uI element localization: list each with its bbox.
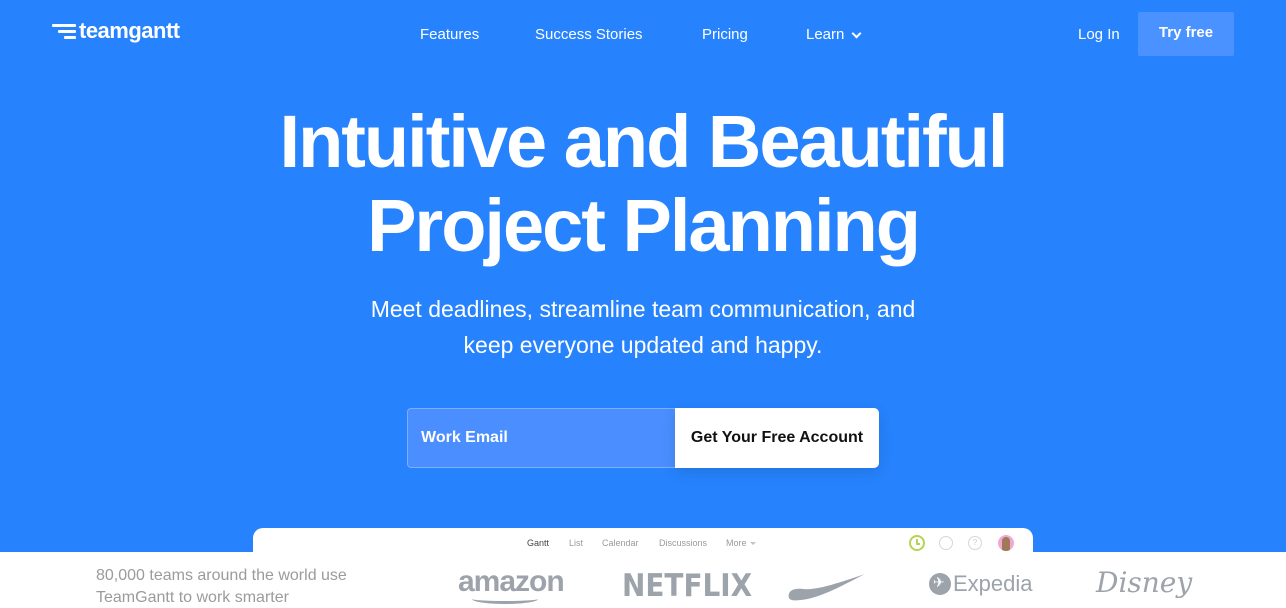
hero-subheadline: Meet deadlines, streamline team communic… [0, 291, 1286, 363]
login-link[interactable]: Log In [1078, 26, 1120, 44]
disney-logo: Disney [1096, 566, 1193, 599]
customer-logos: amazon NETFLIX Expedia Disney [0, 562, 1286, 608]
amazon-smile-icon [472, 594, 538, 604]
nav-pricing[interactable]: Pricing [702, 26, 748, 44]
help-icon[interactable]: ? [968, 536, 982, 550]
headline-line-1: Intuitive and Beautiful [279, 100, 1009, 183]
hero-section: teamgantt Features Success Stories Prici… [0, 0, 1286, 552]
preview-tab-list[interactable]: List [569, 537, 583, 549]
nike-swoosh-icon [788, 574, 865, 601]
page-headline: Intuitive and Beautiful Project Planning [0, 100, 1286, 268]
expedia-globe-icon [929, 573, 951, 595]
get-free-account-button[interactable]: Get Your Free Account [675, 408, 879, 468]
netflix-logo: NETFLIX [622, 568, 753, 604]
search-icon[interactable] [939, 536, 953, 550]
try-free-button[interactable]: Try free [1138, 12, 1234, 56]
nav-learn[interactable]: Learn [806, 26, 862, 44]
work-email-input[interactable] [407, 408, 675, 468]
expedia-logo: Expedia [929, 571, 1033, 597]
subhead-line-2: keep everyone updated and happy. [463, 332, 823, 358]
clock-icon[interactable] [909, 535, 925, 551]
subhead-line-1: Meet deadlines, streamline team communic… [370, 296, 916, 322]
preview-tab-gantt[interactable]: Gantt [527, 537, 549, 549]
signup-form: Get Your Free Account [407, 408, 879, 468]
user-avatar[interactable] [998, 535, 1014, 551]
preview-tab-discussions[interactable]: Discussions [659, 537, 707, 549]
nav-success-stories[interactable]: Success Stories [535, 26, 643, 44]
expedia-logo-text: Expedia [953, 571, 1033, 596]
chevron-down-icon [851, 28, 862, 38]
headline-line-2: Project Planning [367, 184, 921, 267]
nav-learn-label: Learn [806, 26, 845, 43]
caret-down-icon [749, 542, 756, 546]
preview-tab-calendar[interactable]: Calendar [602, 537, 639, 549]
preview-tab-more[interactable]: More [726, 537, 756, 549]
preview-tab-more-label: More [726, 538, 747, 548]
nav-features[interactable]: Features [420, 26, 479, 44]
